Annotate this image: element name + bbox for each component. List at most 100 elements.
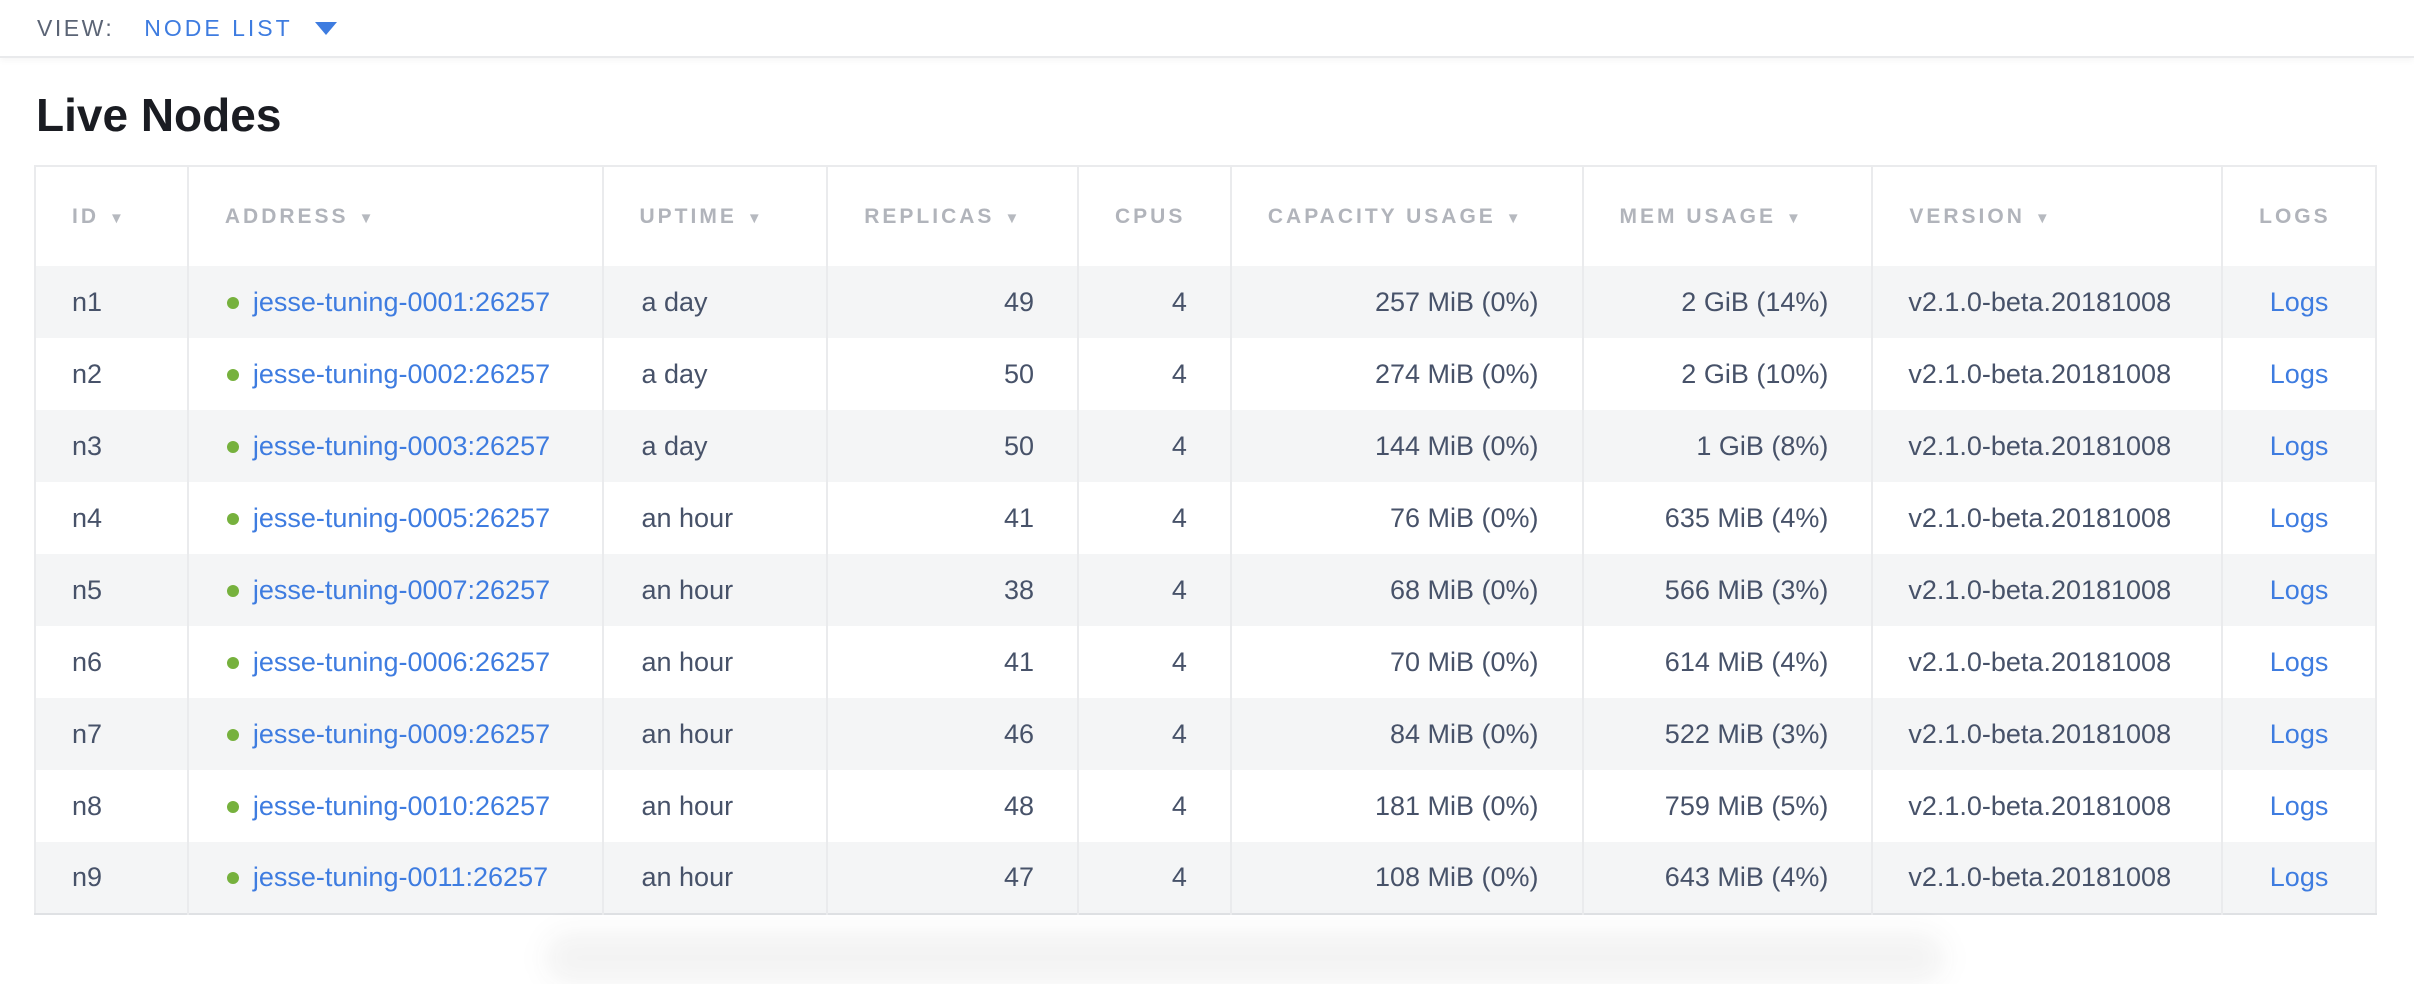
sort-desc-icon — [349, 205, 374, 228]
node-uptime-cell: an hour — [603, 770, 828, 842]
sort-desc-icon — [2025, 205, 2050, 228]
node-version-cell: v2.1.0-beta.20181008 — [1872, 698, 2222, 770]
node-address-link[interactable]: jesse-tuning-0010:26257 — [253, 791, 550, 821]
table-row: n3 jesse-tuning-0003:26257 a day 50 4 14… — [35, 410, 2376, 482]
node-address-cell: jesse-tuning-0009:26257 — [188, 698, 603, 770]
table-row: n8 jesse-tuning-0010:26257 an hour 48 4 … — [35, 770, 2376, 842]
node-logs-cell: Logs — [2222, 554, 2376, 626]
view-selector-bar: VIEW: NODE LIST — [0, 0, 2414, 58]
live-nodes-table: ID ADDRESS UPTIME REPLICAS CPUS CAPACITY… — [34, 165, 2377, 915]
node-mem-usage-cell: 635 MiB (4%) — [1583, 482, 1873, 554]
node-logs-link[interactable]: Logs — [2270, 719, 2329, 749]
node-capacity-usage-cell: 76 MiB (0%) — [1231, 482, 1583, 554]
column-header[interactable]: ADDRESS — [188, 166, 603, 266]
sort-desc-icon — [737, 205, 762, 228]
node-id-cell: n4 — [35, 482, 188, 554]
node-mem-usage-cell: 2 GiB (14%) — [1583, 266, 1873, 338]
column-header[interactable]: REPLICAS — [827, 166, 1078, 266]
column-header: CPUS — [1078, 166, 1231, 266]
node-logs-cell: Logs — [2222, 338, 2376, 410]
node-address-link[interactable]: jesse-tuning-0009:26257 — [253, 719, 550, 749]
live-nodes-table-container: ID ADDRESS UPTIME REPLICAS CPUS CAPACITY… — [34, 165, 2377, 915]
node-logs-cell: Logs — [2222, 482, 2376, 554]
node-address-link[interactable]: jesse-tuning-0002:26257 — [253, 359, 550, 389]
node-logs-link[interactable]: Logs — [2270, 791, 2329, 821]
node-mem-usage-cell: 2 GiB (10%) — [1583, 338, 1873, 410]
node-id-cell: n9 — [35, 842, 188, 914]
node-uptime-cell: an hour — [603, 698, 828, 770]
node-address-cell: jesse-tuning-0005:26257 — [188, 482, 603, 554]
node-cpus-cell: 4 — [1078, 842, 1231, 914]
node-mem-usage-cell: 759 MiB (5%) — [1583, 770, 1873, 842]
sort-desc-icon — [994, 205, 1019, 228]
node-capacity-usage-cell: 84 MiB (0%) — [1231, 698, 1583, 770]
node-logs-link[interactable]: Logs — [2270, 359, 2329, 389]
node-id-cell: n6 — [35, 626, 188, 698]
node-replicas-cell: 46 — [827, 698, 1078, 770]
column-header[interactable]: ID — [35, 166, 188, 266]
node-address-link[interactable]: jesse-tuning-0005:26257 — [253, 503, 550, 533]
node-logs-link[interactable]: Logs — [2270, 503, 2329, 533]
node-capacity-usage-cell: 144 MiB (0%) — [1231, 410, 1583, 482]
node-live-status-icon — [227, 872, 239, 884]
node-uptime-cell: an hour — [603, 626, 828, 698]
column-header-label: MEM USAGE — [1620, 205, 1777, 228]
node-address-cell: jesse-tuning-0007:26257 — [188, 554, 603, 626]
node-capacity-usage-cell: 108 MiB (0%) — [1231, 842, 1583, 914]
node-logs-cell: Logs — [2222, 842, 2376, 914]
column-header: LOGS — [2222, 166, 2376, 266]
node-replicas-cell: 47 — [827, 842, 1078, 914]
node-live-status-icon — [227, 441, 239, 453]
page-title: Live Nodes — [36, 90, 2414, 140]
node-replicas-cell: 49 — [827, 266, 1078, 338]
node-live-status-icon — [227, 297, 239, 309]
node-address-cell: jesse-tuning-0001:26257 — [188, 266, 603, 338]
node-id-cell: n8 — [35, 770, 188, 842]
node-uptime-cell: a day — [603, 266, 828, 338]
node-address-link[interactable]: jesse-tuning-0006:26257 — [253, 647, 550, 677]
node-address-link[interactable]: jesse-tuning-0003:26257 — [253, 431, 550, 461]
node-mem-usage-cell: 522 MiB (3%) — [1583, 698, 1873, 770]
column-header[interactable]: CAPACITY USAGE — [1231, 166, 1583, 266]
node-logs-cell: Logs — [2222, 770, 2376, 842]
node-version-cell: v2.1.0-beta.20181008 — [1872, 554, 2222, 626]
node-capacity-usage-cell: 70 MiB (0%) — [1231, 626, 1583, 698]
node-cpus-cell: 4 — [1078, 410, 1231, 482]
column-header[interactable]: VERSION — [1872, 166, 2222, 266]
view-selector-dropdown[interactable]: NODE LIST — [144, 15, 336, 42]
below-fold-shadow — [545, 932, 1945, 984]
view-label: VIEW: — [37, 15, 114, 42]
node-version-cell: v2.1.0-beta.20181008 — [1872, 842, 2222, 914]
node-replicas-cell: 48 — [827, 770, 1078, 842]
view-selected-value[interactable]: NODE LIST — [144, 15, 292, 42]
node-live-status-icon — [227, 801, 239, 813]
node-live-status-icon — [227, 513, 239, 525]
node-version-cell: v2.1.0-beta.20181008 — [1872, 770, 2222, 842]
table-row: n7 jesse-tuning-0009:26257 an hour 46 4 … — [35, 698, 2376, 770]
node-address-link[interactable]: jesse-tuning-0011:26257 — [253, 862, 548, 892]
table-row: n6 jesse-tuning-0006:26257 an hour 41 4 … — [35, 626, 2376, 698]
column-header[interactable]: MEM USAGE — [1583, 166, 1873, 266]
node-capacity-usage-cell: 181 MiB (0%) — [1231, 770, 1583, 842]
node-replicas-cell: 50 — [827, 338, 1078, 410]
node-cpus-cell: 4 — [1078, 770, 1231, 842]
node-logs-link[interactable]: Logs — [2270, 431, 2329, 461]
table-header-row: ID ADDRESS UPTIME REPLICAS CPUS CAPACITY… — [35, 166, 2376, 266]
node-logs-link[interactable]: Logs — [2270, 287, 2329, 317]
node-mem-usage-cell: 643 MiB (4%) — [1583, 842, 1873, 914]
node-address-link[interactable]: jesse-tuning-0007:26257 — [253, 575, 550, 605]
node-logs-cell: Logs — [2222, 266, 2376, 338]
column-header[interactable]: UPTIME — [603, 166, 828, 266]
node-cpus-cell: 4 — [1078, 554, 1231, 626]
node-logs-link[interactable]: Logs — [2270, 862, 2329, 892]
column-header-label: CAPACITY USAGE — [1268, 205, 1496, 228]
node-version-cell: v2.1.0-beta.20181008 — [1872, 482, 2222, 554]
column-header-label: ID — [72, 205, 99, 228]
node-live-status-icon — [227, 729, 239, 741]
node-address-link[interactable]: jesse-tuning-0001:26257 — [253, 287, 550, 317]
node-logs-cell: Logs — [2222, 698, 2376, 770]
node-logs-link[interactable]: Logs — [2270, 575, 2329, 605]
node-logs-link[interactable]: Logs — [2270, 647, 2329, 677]
node-address-cell: jesse-tuning-0010:26257 — [188, 770, 603, 842]
column-header-label: ADDRESS — [225, 205, 349, 228]
